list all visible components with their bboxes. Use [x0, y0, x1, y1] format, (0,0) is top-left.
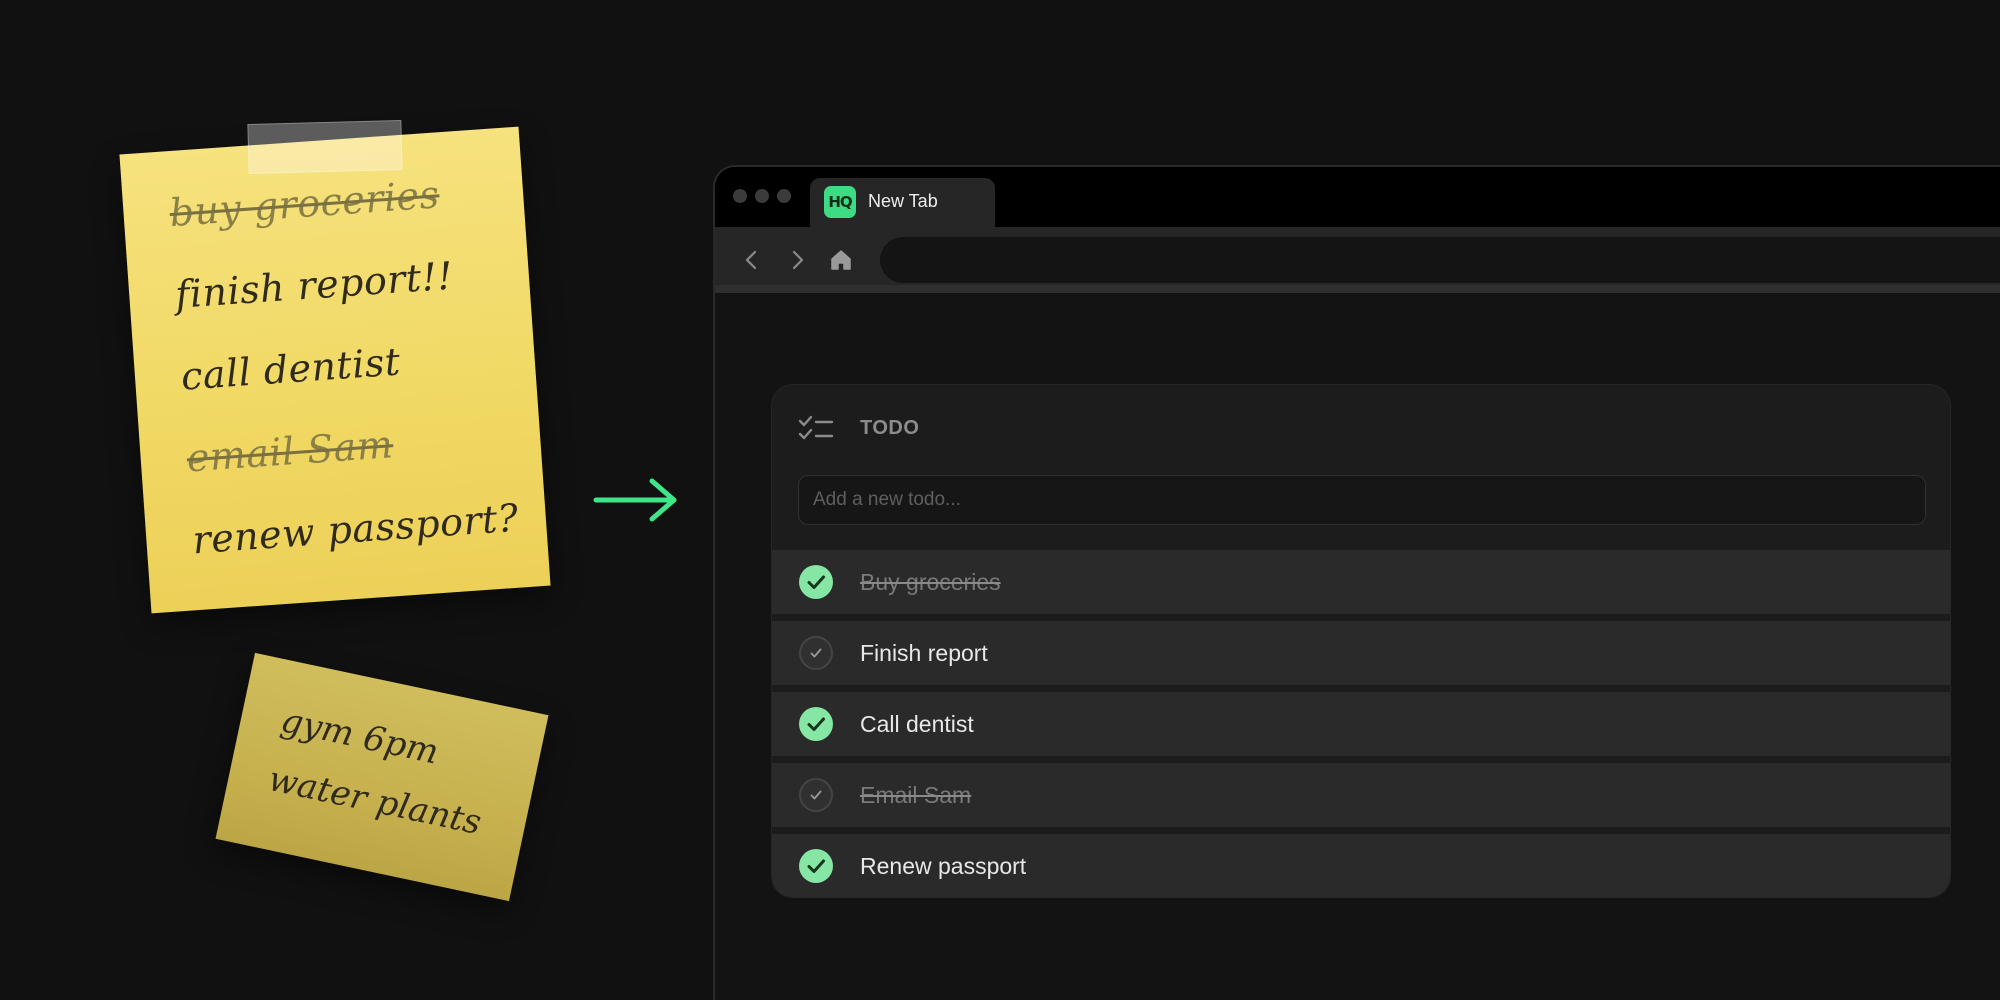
app-logo-icon: HQ	[824, 186, 856, 218]
tab-new-tab[interactable]: HQ New Tab	[810, 178, 995, 227]
right-arrow-icon	[593, 478, 677, 522]
address-bar[interactable]	[880, 237, 2000, 283]
back-arrow-icon[interactable]	[738, 246, 766, 274]
todo-item-text: Renew passport	[860, 853, 1027, 879]
forward-arrow-icon[interactable]	[783, 246, 811, 274]
browser-window: HQ New Tab TODO Bu	[713, 165, 2000, 1000]
todo-item[interactable]: Renew passport	[772, 834, 1950, 897]
todo-checkbox[interactable]	[799, 707, 833, 741]
note-line-email-sam: email Sam	[185, 422, 395, 481]
todo-item[interactable]: Call dentist	[772, 692, 1950, 756]
todo-item-text: Email Sam	[860, 782, 972, 808]
sticky-note-main: buy groceries finish report!! call denti…	[119, 126, 551, 614]
todo-title: TODO	[860, 417, 920, 439]
tape-strip	[247, 119, 403, 175]
window-dot-minimize[interactable]	[755, 189, 769, 203]
checkmark-icon	[807, 859, 825, 873]
window-dot-close[interactable]	[733, 189, 747, 203]
todo-checkbox[interactable]	[799, 778, 833, 812]
todo-item-text: Call dentist	[860, 711, 974, 737]
todo-item[interactable]: Buy groceries	[772, 550, 1950, 614]
todo-item[interactable]: Finish report	[772, 621, 1950, 685]
todo-list: Buy groceries Finish report Call dentist…	[772, 550, 1950, 897]
browser-toolbar	[715, 227, 2000, 293]
tab-bar: HQ New Tab	[715, 167, 2000, 227]
todo-item-text: Buy groceries	[860, 569, 1001, 595]
new-todo-input[interactable]	[798, 475, 1926, 525]
note-line-gym: gym 6pm	[277, 700, 443, 773]
todo-item[interactable]: Email Sam	[772, 763, 1950, 827]
checkmark-icon	[807, 575, 825, 589]
window-dot-maximize[interactable]	[777, 189, 791, 203]
checkmark-icon	[810, 648, 822, 658]
note-line-finish-report: finish report!!	[173, 253, 455, 317]
todo-checkbox[interactable]	[799, 636, 833, 670]
todo-checkbox[interactable]	[799, 565, 833, 599]
tab-title: New Tab	[868, 191, 938, 211]
note-line-call-dentist: call dentist	[179, 339, 402, 399]
note-line-renew-passport: renew passport?	[191, 495, 520, 563]
note-line-buy-groceries: buy groceries	[168, 172, 441, 236]
todo-checkbox[interactable]	[799, 849, 833, 883]
note-line-water-plants: water plants	[265, 759, 485, 844]
checkmark-icon	[807, 717, 825, 731]
checklist-icon	[798, 415, 834, 440]
todo-item-text: Finish report	[860, 640, 988, 666]
sticky-note-small: gym 6pm water plants	[215, 652, 549, 902]
checkmark-icon	[810, 790, 822, 800]
todo-panel: TODO Buy groceries Finish report Call de	[771, 384, 1951, 898]
home-icon[interactable]	[827, 246, 855, 274]
